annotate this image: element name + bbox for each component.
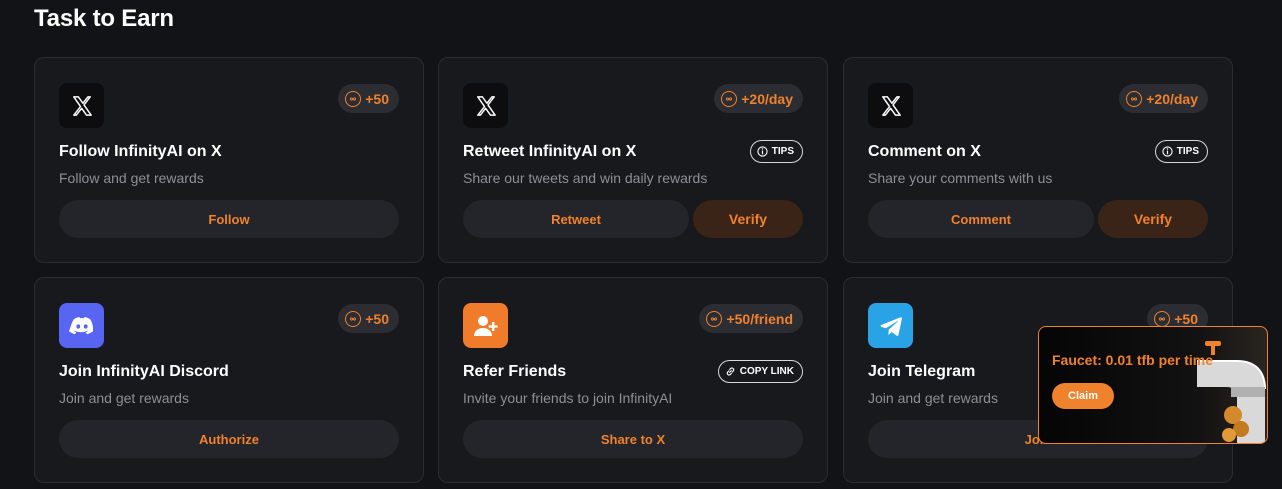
reward-badge: +50 <box>338 84 399 113</box>
faucet-popup: Faucet: 0.01 tfb per time Claim <box>1038 326 1268 444</box>
tips-button[interactable]: TIPS <box>1154 140 1208 163</box>
task-card-follow-x: +50 Follow InfinityAI on X Follow and ge… <box>34 57 424 263</box>
verify-button[interactable]: Verify <box>693 200 803 238</box>
x-logo-icon <box>59 83 104 128</box>
task-card-retweet-x: +20/day TIPS Retweet InfinityAI on X Sha… <box>438 57 828 263</box>
reward-value: +50 <box>365 90 389 107</box>
reward-value: +50/friend <box>726 310 793 327</box>
x-logo-icon <box>868 83 913 128</box>
coin-icon <box>345 310 362 327</box>
coin-icon <box>345 90 362 107</box>
faucet-text: Faucet: 0.01 tfb per time <box>1052 352 1214 368</box>
comment-button[interactable]: Comment <box>868 200 1094 238</box>
reward-badge: +20/day <box>1119 84 1208 113</box>
task-card-discord: +50 Join InfinityAI Discord Join and get… <box>34 277 424 483</box>
reward-badge: +50 <box>338 304 399 333</box>
claim-button[interactable]: Claim <box>1052 383 1114 409</box>
link-icon <box>726 367 734 376</box>
add-user-icon <box>463 303 508 348</box>
info-icon <box>1162 146 1173 157</box>
task-description: Share our tweets and win daily rewards <box>463 170 708 186</box>
share-to-x-button[interactable]: Share to X <box>463 420 803 458</box>
reward-value: +50 <box>365 310 389 327</box>
copy-link-button[interactable]: COPY LINK <box>717 360 803 383</box>
reward-value: +50 <box>1174 310 1198 327</box>
coin-icon <box>1154 310 1171 327</box>
task-card-refer: +50/friend COPY LINK Refer Friends Invit… <box>438 277 828 483</box>
task-title: Follow InfinityAI on X <box>59 143 222 160</box>
task-description: Join and get rewards <box>868 390 998 406</box>
coin-icon <box>721 90 738 107</box>
x-logo-icon <box>463 83 508 128</box>
task-description: Invite your friends to join InfinityAI <box>463 390 673 406</box>
reward-badge: +20/day <box>714 84 803 113</box>
task-title: Join Telegram <box>868 363 976 380</box>
task-description: Join and get rewards <box>59 390 189 406</box>
verify-button[interactable]: Verify <box>1098 200 1208 238</box>
reward-badge: +50/friend <box>699 304 803 333</box>
page-title: Task to Earn <box>34 5 174 32</box>
task-title: Refer Friends <box>463 363 567 380</box>
retweet-button[interactable]: Retweet <box>463 200 689 238</box>
faucet-icon <box>1197 341 1266 443</box>
info-icon <box>757 146 768 157</box>
task-title: Join InfinityAI Discord <box>59 363 229 380</box>
tips-button[interactable]: TIPS <box>749 140 803 163</box>
coin-icon <box>1126 90 1143 107</box>
follow-button[interactable]: Follow <box>59 200 399 238</box>
telegram-icon <box>868 303 913 348</box>
task-description: Share your comments with us <box>868 170 1053 186</box>
authorize-button[interactable]: Authorize <box>59 420 399 458</box>
discord-icon <box>59 303 104 348</box>
task-card-comment-x: +20/day TIPS Comment on X Share your com… <box>843 57 1233 263</box>
copy-link-label: COPY LINK <box>739 366 794 377</box>
task-title: Comment on X <box>868 143 981 160</box>
reward-value: +20/day <box>741 90 793 107</box>
tips-label: TIPS <box>1176 146 1199 157</box>
coin-icon <box>706 310 723 327</box>
task-title: Retweet InfinityAI on X <box>463 143 637 160</box>
tips-label: TIPS <box>771 146 794 157</box>
task-description: Follow and get rewards <box>59 170 204 186</box>
reward-value: +20/day <box>1146 90 1198 107</box>
